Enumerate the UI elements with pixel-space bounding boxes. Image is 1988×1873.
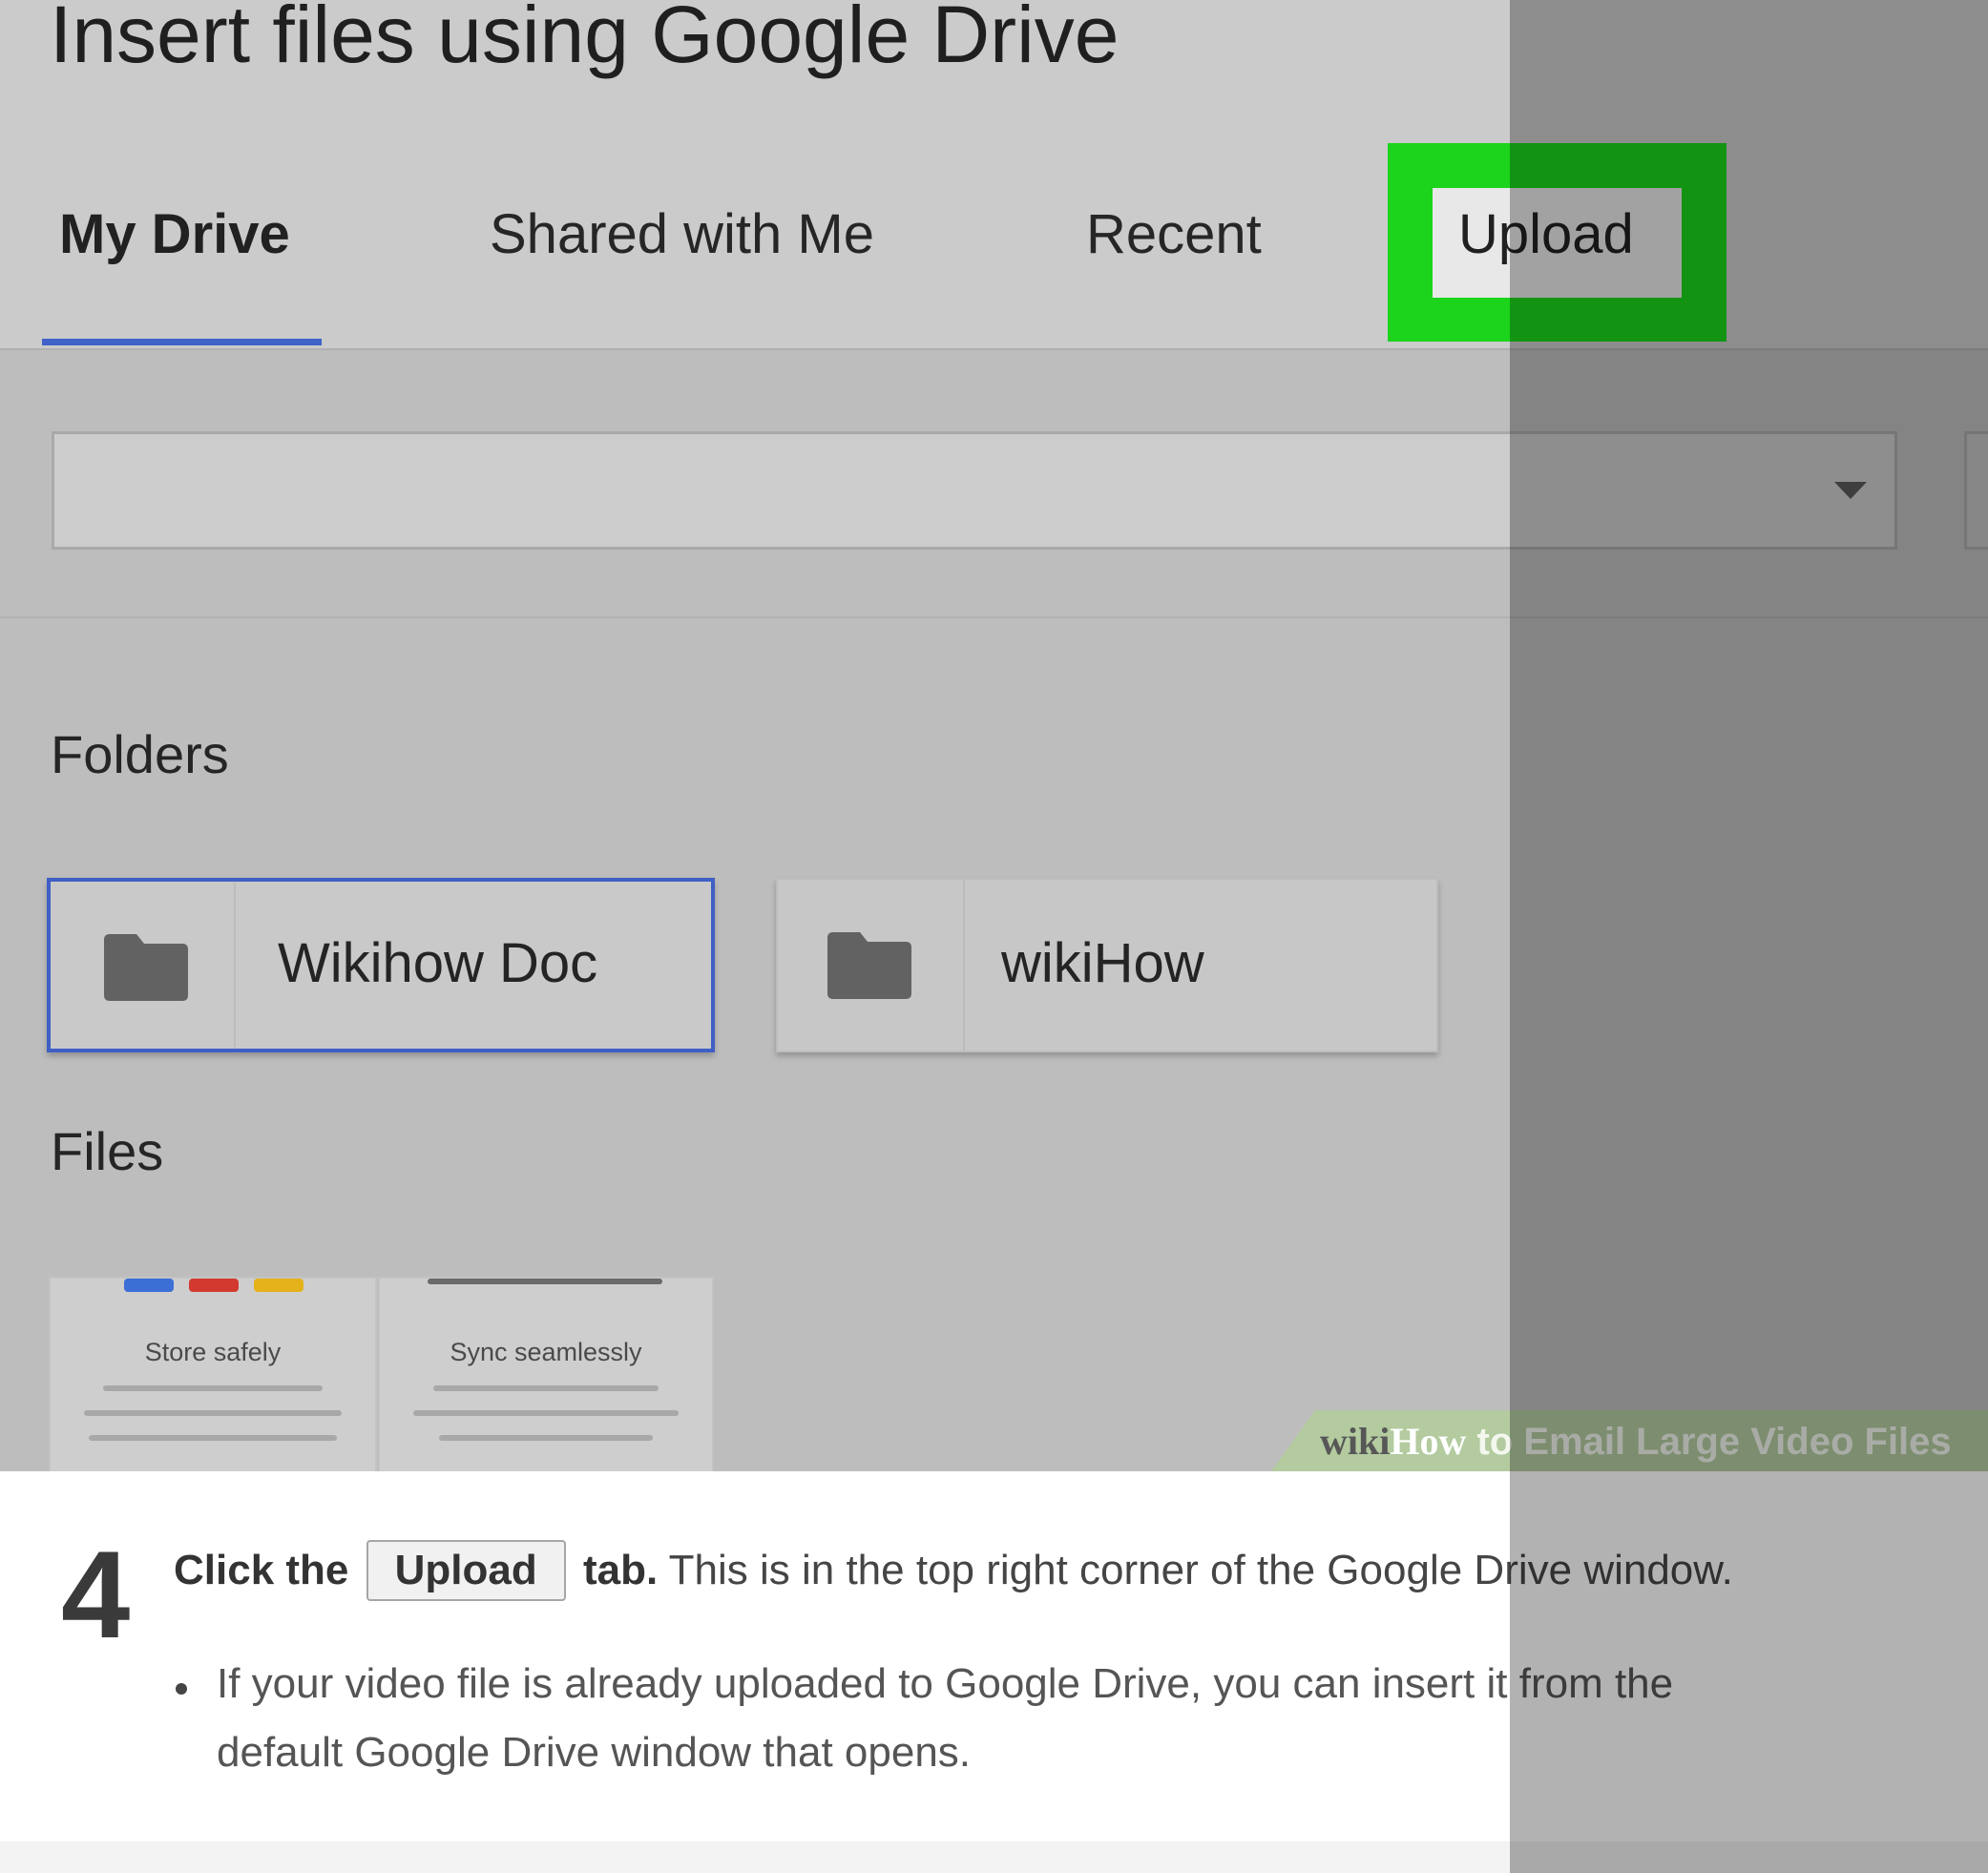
step-instruction: Click the Upload tab. This is in the top… — [174, 1540, 1733, 1601]
toolbar-divider — [0, 616, 1988, 618]
folder-icon — [827, 932, 911, 999]
bullet-text-line: If your video file is already uploaded t… — [217, 1660, 1674, 1707]
google-yellow-bar — [254, 1279, 303, 1292]
file-thumbnail-text — [75, 1385, 350, 1460]
bullet-marker — [176, 1683, 187, 1695]
folder-card-wikihow[interactable]: wikiHow — [776, 878, 1438, 1052]
card-divider — [963, 880, 965, 1051]
view-options-box[interactable] — [1964, 431, 1988, 550]
step-description: This is in the top right corner of the G… — [668, 1547, 1733, 1593]
folder-card-wikihow-doc[interactable]: Wikihow Doc — [47, 878, 715, 1052]
bullet-text-line: default Google Drive window that opens. — [217, 1729, 972, 1776]
article-footer-band — [0, 1842, 1988, 1873]
file-thumbnail-text — [405, 1385, 687, 1460]
dialog-title: Insert files using Google Drive — [50, 0, 1120, 79]
file-thumbnail-store-safely[interactable]: Store safely — [49, 1277, 377, 1471]
folder-name: wikiHow — [1001, 932, 1204, 994]
watermark-how: How — [1390, 1420, 1467, 1463]
tab-shared-with-me[interactable]: Shared with Me — [490, 202, 874, 266]
file-thumbnail-heading: Sync seamlessly — [450, 1338, 642, 1366]
wikihow-watermark: wikiHow to Email Large Video Files — [1320, 1419, 1952, 1464]
page: Insert files using Google Drive My Drive… — [0, 0, 1988, 1873]
tab-recent[interactable]: Recent — [1086, 202, 1262, 266]
watermark-wiki: wiki — [1320, 1420, 1391, 1463]
files-heading: Files — [51, 1121, 164, 1181]
step-lead-end: tab. — [582, 1547, 659, 1593]
thumbnail-top-bar — [428, 1279, 662, 1284]
step-lead: Click the — [174, 1547, 349, 1593]
card-divider — [234, 882, 236, 1049]
folder-icon — [104, 934, 188, 1001]
file-thumbnail-heading: Store safely — [144, 1338, 282, 1366]
google-red-bar — [189, 1279, 239, 1292]
folder-dropdown[interactable] — [52, 431, 1897, 550]
tab-my-drive[interactable]: My Drive — [59, 202, 290, 266]
folder-name: Wikihow Doc — [278, 932, 598, 994]
upload-button-label: Upload — [366, 1540, 566, 1601]
active-tab-indicator — [42, 339, 322, 345]
tab-upload[interactable]: Upload — [1458, 202, 1634, 266]
chevron-down-icon[interactable] — [1834, 482, 1867, 499]
watermark-title: to Email Large Video Files — [1466, 1421, 1952, 1463]
file-thumbnail-sync-seamlessly[interactable]: Sync seamlessly — [378, 1277, 714, 1471]
google-blue-bar — [124, 1279, 174, 1292]
folders-heading: Folders — [51, 724, 229, 784]
step-number: 4 — [61, 1525, 131, 1664]
drive-dialog-screenshot: Insert files using Google Drive My Drive… — [0, 0, 1988, 1471]
